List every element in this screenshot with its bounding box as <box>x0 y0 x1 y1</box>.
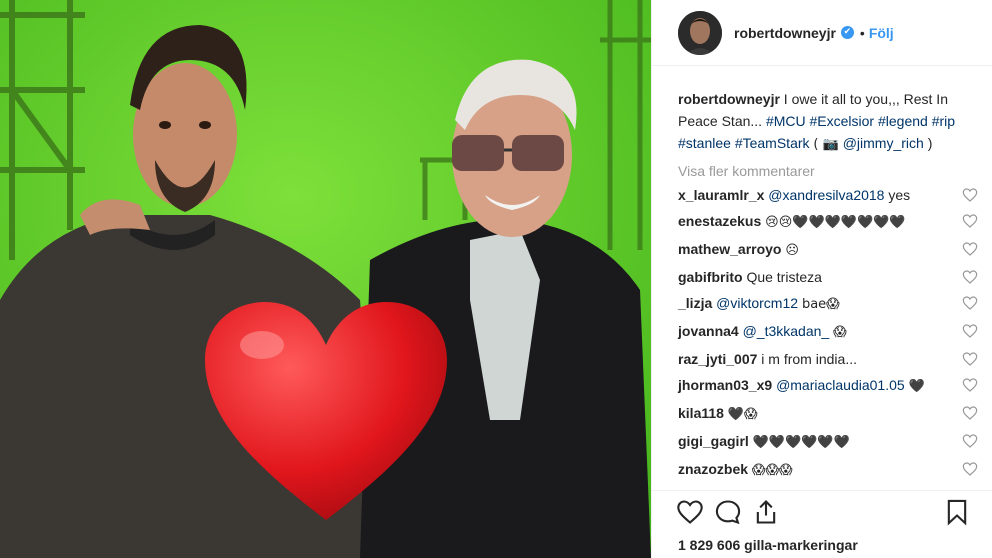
separator-dot: • <box>859 24 865 41</box>
post-photo[interactable] <box>0 0 651 558</box>
heart-outline-icon[interactable] <box>676 498 704 526</box>
comment-like-heart-icon[interactable] <box>962 351 978 367</box>
comment-row: znazozbek 😱😱😱 <box>678 459 978 481</box>
comment-username[interactable]: znazozbek <box>678 461 748 477</box>
hashtag[interactable]: #legend <box>878 113 928 129</box>
hashtag[interactable]: #TeamStark <box>735 135 810 151</box>
comment-username[interactable]: raz_jyti_007 <box>678 351 757 367</box>
comment-like-heart-icon[interactable] <box>962 213 978 229</box>
hashtag[interactable]: #Excelsior <box>810 113 875 129</box>
comment-row: x_lauramlr_x @xandresilva2018 yes <box>678 185 978 205</box>
comment-like-heart-icon[interactable] <box>962 433 978 449</box>
comment-username[interactable]: jhorman03_x9 <box>678 377 772 393</box>
comment-icon[interactable] <box>714 498 742 526</box>
camera-credit-close: ) <box>927 135 933 151</box>
comment-username[interactable]: mathew_arroyo <box>678 241 781 257</box>
comment-username[interactable]: jovanna4 <box>678 323 739 339</box>
comment-like-heart-icon[interactable] <box>962 323 978 339</box>
comment-like-heart-icon[interactable] <box>962 187 978 203</box>
comment-like-heart-icon[interactable] <box>962 269 978 285</box>
comment-text: 😱😱😱 <box>751 463 793 478</box>
hashtag[interactable]: #stanlee <box>678 135 731 151</box>
comment-text: bae😱 <box>801 297 840 312</box>
bookmark-icon[interactable] <box>943 498 971 526</box>
comment-username[interactable]: gigi_gagirl <box>678 433 749 449</box>
comment-mention[interactable]: @viktorcm12 <box>716 295 798 311</box>
comment-text: 🖤 <box>908 379 925 394</box>
comment-row: raz_jyti_007 i m from india... <box>678 349 978 369</box>
comment-row: gabifbrito Que tristeza <box>678 267 978 287</box>
avatar[interactable] <box>678 10 722 55</box>
comment-text: 🖤🖤🖤🖤🖤🖤 <box>752 435 850 450</box>
comment-row: enestazekus 😢😢🖤🖤🖤🖤🖤🖤🖤 <box>678 211 978 233</box>
comment-row: jhorman03_x9 @mariaclaudia01.05 🖤 <box>678 375 978 397</box>
caption-username[interactable]: robertdowneyjr <box>678 91 780 107</box>
comment-text: ☹ <box>785 243 799 258</box>
comment-like-heart-icon[interactable] <box>962 461 978 477</box>
share-icon[interactable] <box>752 498 780 526</box>
verified-badge-icon: ✔ <box>840 26 854 39</box>
comment-username[interactable]: kila118 <box>678 405 724 421</box>
comment-username[interactable]: _lizja <box>678 295 712 311</box>
comment-like-heart-icon[interactable] <box>962 405 978 421</box>
comment-text: 😢😢🖤🖤🖤🖤🖤🖤🖤 <box>765 215 906 230</box>
comment-mention[interactable]: @xandresilva2018 <box>768 187 884 203</box>
comment-like-heart-icon[interactable] <box>962 241 978 257</box>
comment-row: mathew_arroyo ☹ <box>678 239 978 261</box>
comment-mention[interactable]: @mariaclaudia01.05 <box>776 377 905 393</box>
comment-row: gigi_gagirl 🖤🖤🖤🖤🖤🖤 <box>678 431 978 453</box>
author-username[interactable]: robertdowneyjr <box>734 25 836 41</box>
post-actions-bar: 1 829 606 gilla-markeringar <box>652 490 992 558</box>
likes-count[interactable]: 1 829 606 gilla-markeringar <box>678 537 858 553</box>
post-side-panel: robertdowneyjr ✔ • Följ robertdowneyjr I… <box>651 0 992 558</box>
view-more-comments-link[interactable]: Visa fler kommentarer <box>678 163 978 179</box>
hashtag[interactable]: #MCU <box>766 113 806 129</box>
comment-text: yes <box>888 187 911 203</box>
photo-credit-mention[interactable]: @jimmy_rich <box>843 135 924 151</box>
follow-button[interactable]: Följ <box>869 25 894 41</box>
comment-like-heart-icon[interactable] <box>962 295 978 311</box>
comment-text: 😱 <box>833 325 847 340</box>
comment-row: kila118 🖤😱 <box>678 403 978 425</box>
comment-row: _lizja @viktorcm12 bae😱 <box>678 293 978 315</box>
comment-mention[interactable]: @_t3kkadan_ <box>743 323 830 339</box>
comments-section: robertdowneyjr I owe it all to you,,, Re… <box>678 88 978 481</box>
instagram-post-view: robertdowneyjr ✔ • Följ robertdowneyjr I… <box>0 0 992 558</box>
hashtag[interactable]: #rip <box>932 113 955 129</box>
comment-text: i m from india... <box>761 351 857 367</box>
comment-like-heart-icon[interactable] <box>962 377 978 393</box>
post-caption: robertdowneyjr I owe it all to you,,, Re… <box>678 88 978 156</box>
camera-credit-open: ( 📷 <box>813 137 839 152</box>
comment-username[interactable]: enestazekus <box>678 213 761 229</box>
comment-row: jovanna4 @_t3kkadan_ 😱 <box>678 321 978 343</box>
comment-text: Que tristeza <box>746 269 822 285</box>
comment-username[interactable]: gabifbrito <box>678 269 743 285</box>
post-header: robertdowneyjr ✔ • Följ <box>652 0 992 66</box>
comment-username[interactable]: x_lauramlr_x <box>678 187 764 203</box>
post-photo-drawing <box>0 0 651 558</box>
comment-text: 🖤😱 <box>727 407 758 422</box>
